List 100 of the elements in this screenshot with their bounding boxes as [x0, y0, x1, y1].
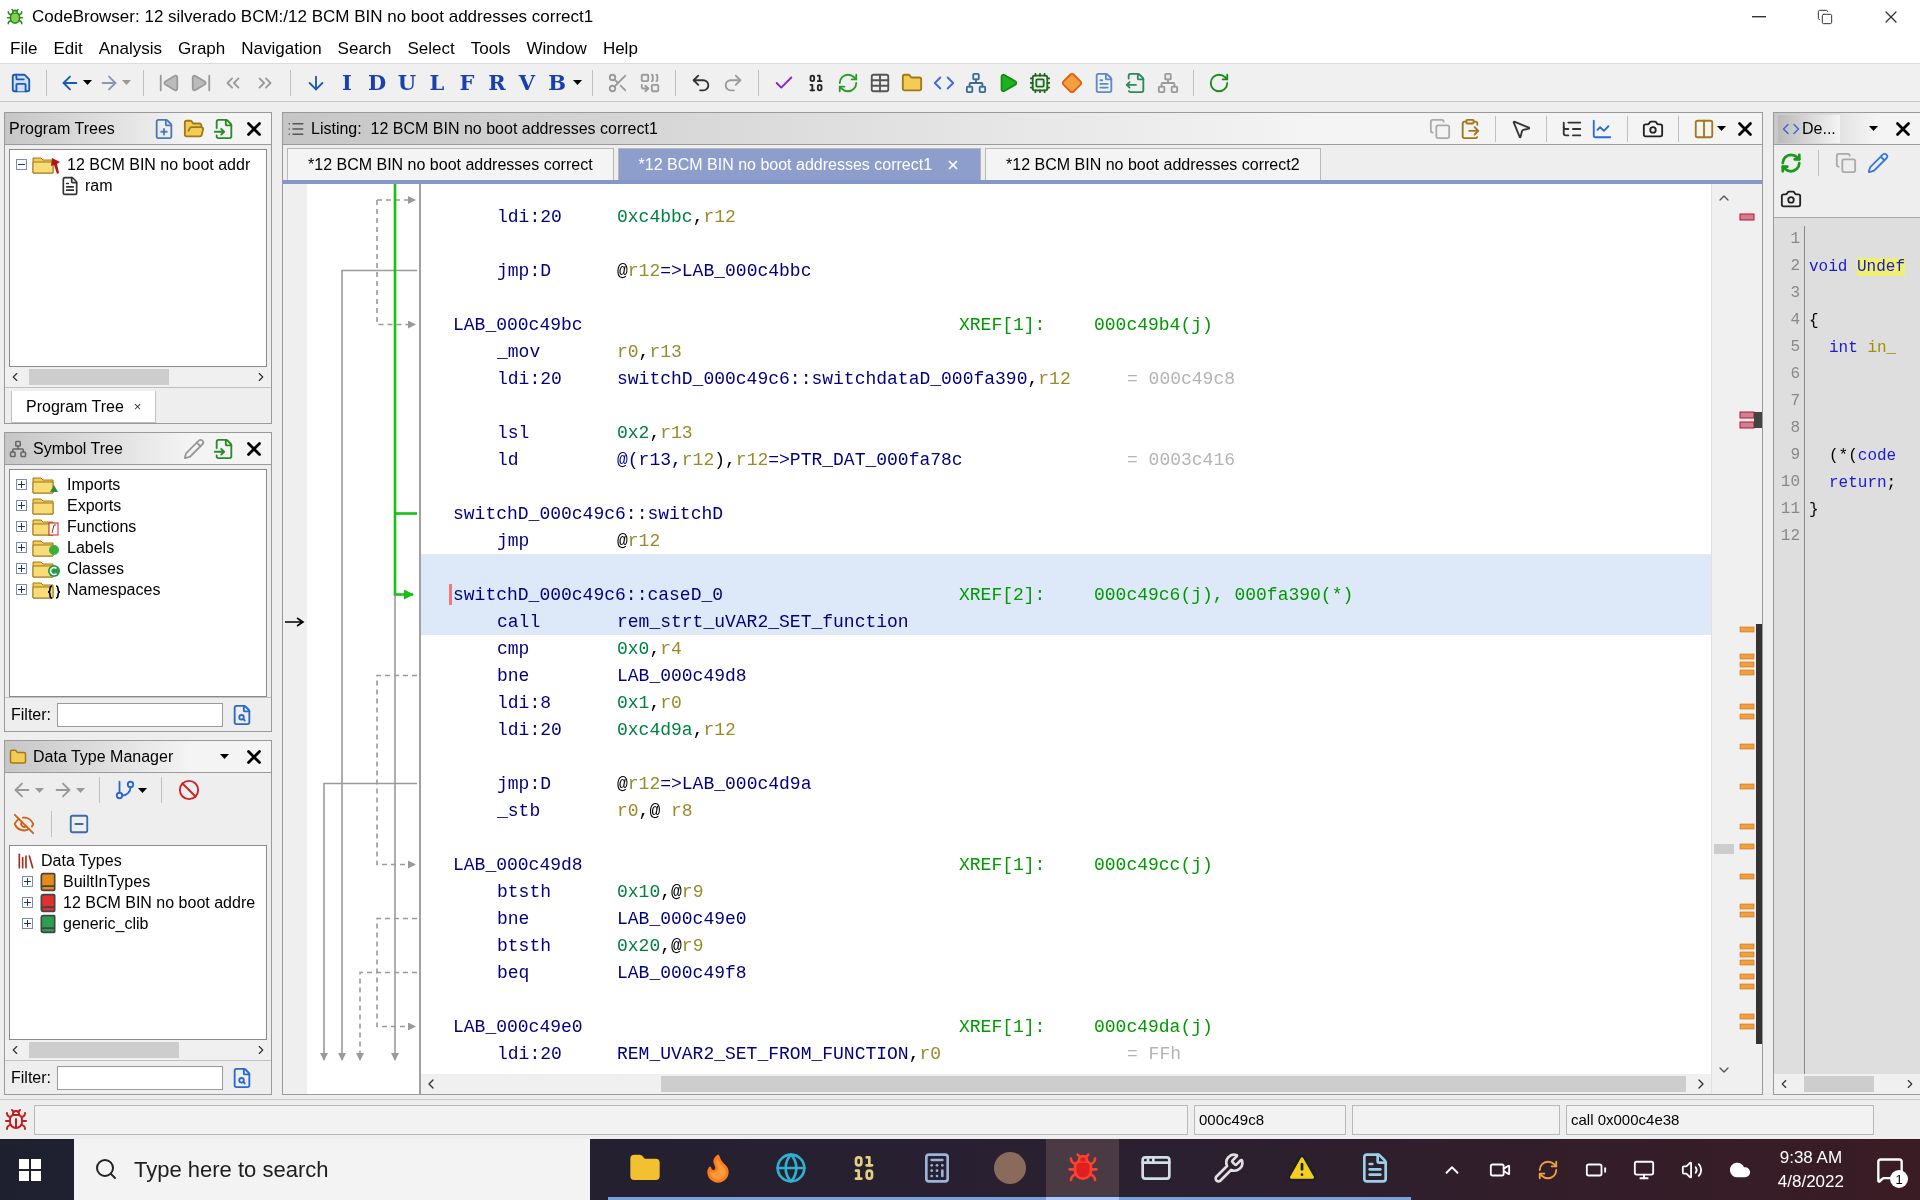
- mnemonic: bne: [497, 908, 531, 929]
- menu-item[interactable]: Search: [329, 36, 400, 61]
- operand-text: 0x1,r0: [617, 692, 683, 713]
- menu-item[interactable]: Analysis: [90, 36, 170, 61]
- xref-addresses[interactable]: 000c49da(j): [1094, 1016, 1213, 1037]
- tree-item[interactable]: Imports: [67, 475, 121, 494]
- panel-title: Program Trees: [9, 119, 115, 138]
- notifications-button[interactable]: 1: [1860, 1139, 1920, 1200]
- tree-item[interactable]: ram: [85, 176, 113, 195]
- xref-addresses[interactable]: 000c49b4(j): [1094, 314, 1213, 335]
- menu-item[interactable]: File: [2, 36, 46, 61]
- panel-title: Symbol Tree: [33, 439, 123, 458]
- operand-text: rem_strt_uVAR2_SET_function: [617, 611, 910, 632]
- line-number: 8: [1789, 418, 1801, 439]
- line-number: 7: [1789, 391, 1801, 412]
- line-number: 3: [1789, 283, 1801, 304]
- operand-text: @r12=>LAB_000c4d9a: [617, 773, 813, 794]
- tree-item[interactable]: generic_clib: [63, 914, 149, 933]
- comment-text: = 000c49c8: [1127, 368, 1236, 389]
- line-number: 9: [1789, 445, 1801, 466]
- letter-button[interactable]: B: [543, 66, 571, 99]
- code-text: int in_: [1828, 338, 1897, 357]
- mnemonic: ldi:20: [497, 206, 563, 227]
- letter-button[interactable]: I: [333, 66, 361, 99]
- tree-item[interactable]: Classes: [67, 559, 124, 578]
- tab-close[interactable]: ×: [133, 399, 142, 414]
- line-number: 12: [1779, 526, 1801, 547]
- mnemonic: cmp: [497, 638, 531, 659]
- line-number: 6: [1789, 364, 1801, 385]
- xref-label: XREF[1]:: [959, 854, 1047, 875]
- line-number: 4: [1789, 310, 1801, 331]
- code-label: LAB_000c49d8: [453, 854, 584, 875]
- code-label: switchD_000c49c6::switchD: [453, 503, 725, 524]
- xref-addresses[interactable]: 000c49cc(j): [1094, 854, 1213, 875]
- letter-button[interactable]: R: [483, 66, 511, 99]
- operand-text: LAB_000c49f8: [617, 962, 748, 983]
- mnemonic: jmp:D: [497, 260, 552, 281]
- tree-item[interactable]: Labels: [67, 538, 115, 557]
- xref-label: XREF[1]:: [959, 1016, 1047, 1037]
- menu-item[interactable]: Select: [399, 36, 463, 61]
- operand-text: r0,r13: [617, 341, 683, 362]
- filter-label: Filter:: [11, 705, 51, 724]
- clock-date: 4/8/2022: [1777, 1171, 1844, 1192]
- mnemonic: ldi:8: [497, 692, 552, 713]
- line-number: 5: [1789, 337, 1801, 358]
- code-text: return;: [1828, 473, 1897, 492]
- tree-item[interactable]: Namespaces: [67, 580, 161, 599]
- mnemonic: ldi:20: [497, 719, 563, 740]
- panel-title: Data Type Manager: [33, 747, 174, 766]
- mnemonic: _stb: [497, 800, 542, 821]
- mnemonic: bne: [497, 665, 531, 686]
- operand-text: @(r13,r12),r12=>PTR_DAT_000fa78c: [617, 449, 964, 470]
- code-text: void Undef: [1809, 257, 1906, 276]
- menu-item[interactable]: Edit: [45, 36, 91, 61]
- menu-item[interactable]: Graph: [170, 36, 234, 61]
- address-field: 000c49c8: [1194, 1104, 1346, 1135]
- line-number: 1: [1789, 229, 1801, 250]
- decompiler-tab[interactable]: De...: [1778, 114, 1840, 143]
- letter-button[interactable]: F: [453, 66, 481, 99]
- listing-tab[interactable]: *12 BCM BIN no boot addresses correct: [287, 148, 614, 180]
- operand-text: 0x10,@r9: [617, 881, 705, 902]
- operand-text: @r12: [617, 530, 662, 551]
- clock-button[interactable]: 9:38 AM 4/8/2022: [1765, 1139, 1856, 1200]
- instruction-field: call 0x000c4e38: [1566, 1104, 1874, 1135]
- code-label: switchD_000c49c6::caseD_0: [453, 584, 725, 605]
- window-title: CodeBrowser: 12 silverado BCM:/12 BCM BIN no boot addresses correct1: [32, 7, 595, 27]
- tree-item[interactable]: BuiltInTypes: [63, 872, 151, 891]
- code-text: (*(code: [1828, 446, 1897, 465]
- operand-text: 0xc4d9a,r12: [617, 719, 737, 740]
- tree-item[interactable]: Data Types: [41, 851, 122, 870]
- operand-text: 0x0,r4: [617, 638, 683, 659]
- mnemonic: _mov: [497, 341, 542, 362]
- operand-text: r0,@ r8: [617, 800, 694, 821]
- search-field[interactable]: Type here to search: [74, 1139, 590, 1200]
- mnemonic: ldi:20: [497, 1043, 563, 1064]
- tree-item[interactable]: 12 BCM BIN no boot addre: [63, 893, 256, 912]
- menu-item[interactable]: Tools: [462, 36, 519, 61]
- tree-item[interactable]: Functions: [67, 517, 137, 536]
- letter-button[interactable]: D: [363, 66, 391, 99]
- operand-text: switchD_000c49c6::switchdataD_000fa390,r12: [617, 368, 1072, 389]
- comment-text: = FFh: [1127, 1043, 1181, 1064]
- mnemonic: call: [497, 611, 542, 632]
- mnemonic: ld: [497, 449, 520, 470]
- tree-item[interactable]: 12 BCM BIN no boot addr: [67, 155, 251, 174]
- menu-item[interactable]: Window: [518, 36, 595, 61]
- operand-text: 0x20,@r9: [617, 935, 705, 956]
- operand-text: @r12=>LAB_000c4bbc: [617, 260, 813, 281]
- letter-button[interactable]: V: [513, 66, 541, 99]
- letter-button[interactable]: U: [393, 66, 421, 99]
- operand-text: LAB_000c49d8: [617, 665, 748, 686]
- tree-item[interactable]: Exports: [67, 496, 122, 515]
- program-tree-tab[interactable]: Program Tree ×: [11, 391, 157, 423]
- operand-text: 0xc4bbc,r12: [617, 206, 737, 227]
- menu-item[interactable]: Help: [594, 36, 646, 61]
- listing-tab[interactable]: *12 BCM BIN no boot addresses correct2: [985, 148, 1321, 180]
- code-label: LAB_000c49e0: [453, 1016, 584, 1037]
- line-number: 10: [1779, 472, 1801, 493]
- menu-item[interactable]: Navigation: [233, 36, 330, 61]
- letter-button[interactable]: L: [423, 66, 451, 99]
- code-text: }: [1809, 500, 1819, 519]
